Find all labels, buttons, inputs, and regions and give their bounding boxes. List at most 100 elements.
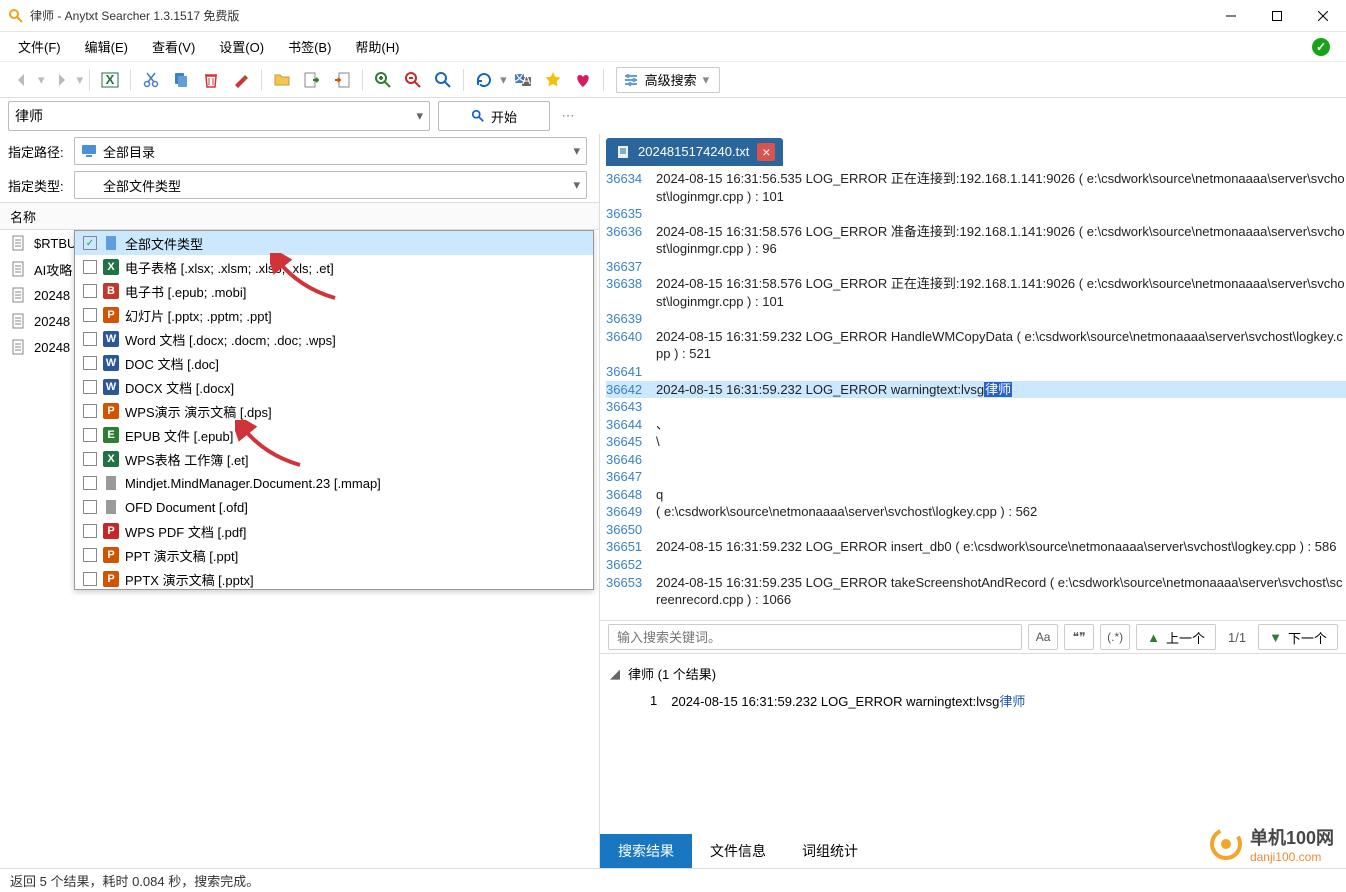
star-icon[interactable] [539,66,567,94]
tab-close-button[interactable]: × [757,143,775,161]
log-line[interactable]: 366382024-08-15 16:31:58.576 LOG_ERROR 正… [606,275,1346,310]
search-input[interactable] [15,108,416,124]
log-line[interactable]: 366532024-08-15 16:31:59.235 LOG_ERROR t… [606,574,1346,609]
type-option[interactable]: PPPT 演示文稿 [.ppt] [75,543,593,567]
tab-word-stats[interactable]: 词组统计 [784,834,876,868]
type-option[interactable]: WDOCX 文档 [.docx] [75,375,593,399]
log-line[interactable]: 366402024-08-15 16:31:59.232 LOG_ERROR H… [606,328,1346,363]
log-view[interactable]: 366342024-08-15 16:31:56.535 LOG_ERROR 正… [600,166,1346,620]
search-combo[interactable] [8,101,430,131]
more-options-button[interactable]: ⋯ [558,108,578,124]
back-button[interactable] [8,66,36,94]
menu-help[interactable]: 帮助(H) [345,33,409,60]
checkbox[interactable] [83,524,97,538]
regex-toggle[interactable]: (.*) [1100,624,1130,650]
type-dropdown[interactable]: ✓全部文件类型X电子表格 [.xlsx; .xlsm; .xlsb; .xls;… [74,230,594,590]
log-line[interactable]: 36641 [606,363,1346,381]
checkbox[interactable] [83,452,97,466]
heart-icon[interactable] [569,66,597,94]
checkbox[interactable] [83,356,97,370]
export-icon[interactable] [298,66,326,94]
type-option[interactable]: WWord 文档 [.docx; .docm; .doc; .wps] [75,327,593,351]
find-input[interactable] [608,624,1022,650]
advanced-search-button[interactable]: 高级搜索 ▾ [616,67,721,93]
maximize-button[interactable] [1254,0,1300,32]
forward-dropdown-icon[interactable]: ▾ [77,72,84,88]
log-line[interactable]: 36645\ [606,433,1346,451]
type-option[interactable]: Mindjet.MindManager.Document.23 [.mmap] [75,471,593,495]
menu-file[interactable]: 文件(F) [8,33,71,60]
file-tab[interactable]: 2024815174240.txt × [606,138,783,166]
checkbox[interactable] [83,332,97,346]
log-line[interactable]: 36646 [606,451,1346,469]
cut-icon[interactable] [137,66,165,94]
type-option[interactable]: PWPS PDF 文档 [.pdf] [75,519,593,543]
checkbox[interactable]: ✓ [83,236,97,250]
log-line[interactable]: 36648q [606,486,1346,504]
type-option[interactable]: WDOC 文档 [.doc] [75,351,593,375]
path-filter-combo[interactable]: 全部目录 [74,137,587,165]
log-line[interactable]: 36647 [606,468,1346,486]
whole-word-toggle[interactable]: ❝❞ [1064,624,1094,650]
type-option[interactable]: B电子书 [.epub; .mobi] [75,279,593,303]
type-option[interactable]: PPPTX 演示文稿 [.pptx] [75,567,593,590]
start-search-button[interactable]: 开始 [438,101,550,131]
log-line[interactable]: 36643 [606,398,1346,416]
type-filter-combo[interactable]: 全部文件类型 [74,171,587,199]
type-option[interactable]: EEPUB 文件 [.epub] [75,423,593,447]
menu-edit[interactable]: 编辑(E) [75,33,138,60]
delete-icon[interactable] [197,66,225,94]
log-line[interactable]: 366422024-08-15 16:31:59.232 LOG_ERROR w… [606,381,1346,399]
checkbox[interactable] [83,380,97,394]
match-case-toggle[interactable]: Aa [1028,624,1058,650]
copy-icon[interactable] [167,66,195,94]
search-icon[interactable] [429,66,457,94]
menu-view[interactable]: 查看(V) [142,33,205,60]
checkbox[interactable] [83,548,97,562]
menu-bookmarks[interactable]: 书签(B) [278,33,341,60]
tab-file-info[interactable]: 文件信息 [692,834,784,868]
excel-export-icon[interactable]: X [96,66,124,94]
open-folder-icon[interactable] [268,66,296,94]
log-line[interactable]: 36637 [606,258,1346,276]
checkbox[interactable] [83,284,97,298]
tab-search-results[interactable]: 搜索结果 [600,834,692,868]
translate-icon[interactable]: 文A [509,66,537,94]
checkbox[interactable] [83,500,97,514]
find-next-button[interactable]: ▼下一个 [1258,624,1338,650]
zoom-out-icon[interactable] [399,66,427,94]
log-line[interactable]: 36639 [606,310,1346,328]
log-line[interactable]: 366362024-08-15 16:31:58.576 LOG_ERROR 准… [606,223,1346,258]
type-option[interactable]: P幻灯片 [.pptx; .pptm; .ppt] [75,303,593,327]
refresh-dropdown-icon[interactable]: ▾ [500,72,507,88]
import-icon[interactable] [328,66,356,94]
minimize-button[interactable] [1208,0,1254,32]
clear-icon[interactable] [227,66,255,94]
checkbox[interactable] [83,572,97,586]
type-option[interactable]: X电子表格 [.xlsx; .xlsm; .xlsb; .xls; .et] [75,255,593,279]
results-list[interactable]: $RTBUAI攻略202482024820248 ✓全部文件类型X电子表格 [.… [0,230,599,868]
log-line[interactable]: 36649( e:\csdwork\source\netmonaaaa\serv… [606,503,1346,521]
match-row[interactable]: 12024-08-15 16:31:59.232 LOG_ERROR warni… [610,687,1336,714]
checkbox[interactable] [83,260,97,274]
type-option[interactable]: PWPS演示 演示文稿 [.dps] [75,399,593,423]
log-line[interactable]: 366342024-08-15 16:31:56.535 LOG_ERROR 正… [606,170,1346,205]
forward-button[interactable] [47,66,75,94]
zoom-in-icon[interactable] [369,66,397,94]
log-line[interactable]: 366512024-08-15 16:31:59.232 LOG_ERROR i… [606,538,1346,556]
back-dropdown-icon[interactable]: ▾ [38,72,45,88]
type-option[interactable]: ✓全部文件类型 [75,231,593,255]
log-line[interactable]: 36644、 [606,416,1346,434]
search-history-dropdown-icon[interactable] [416,108,423,124]
checkbox[interactable] [83,404,97,418]
log-line[interactable]: 36650 [606,521,1346,539]
type-option[interactable]: OFD Document [.ofd] [75,495,593,519]
checkbox[interactable] [83,428,97,442]
log-line[interactable]: 36652 [606,556,1346,574]
close-button[interactable] [1300,0,1346,32]
collapse-icon[interactable]: ◢ [610,666,620,682]
checkbox[interactable] [83,476,97,490]
type-option[interactable]: XWPS表格 工作簿 [.et] [75,447,593,471]
log-line[interactable]: 36635 [606,205,1346,223]
checkbox[interactable] [83,308,97,322]
